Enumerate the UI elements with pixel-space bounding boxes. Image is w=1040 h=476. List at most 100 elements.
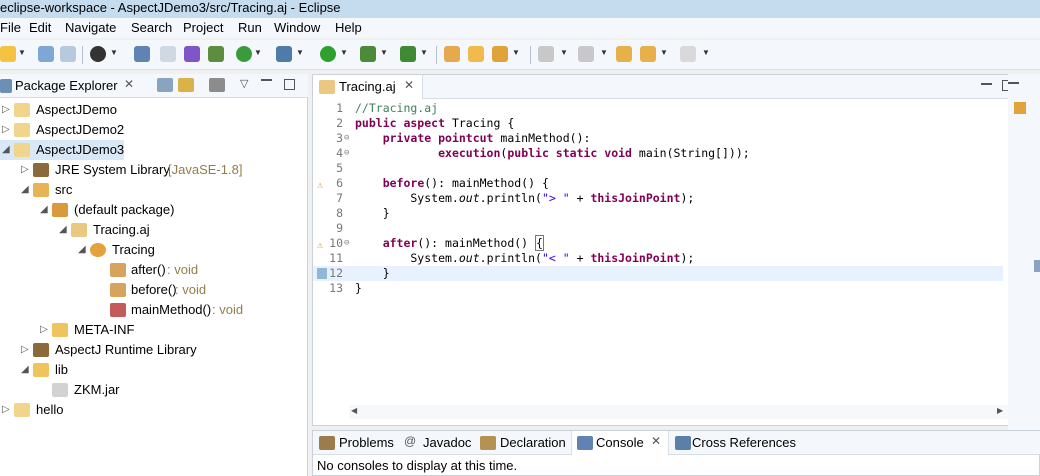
- expand-icon[interactable]: ▷: [2, 100, 12, 120]
- menu-edit[interactable]: Edit: [29, 20, 51, 35]
- new-aspect-icon[interactable]: [208, 46, 224, 62]
- new-dropdown-icon[interactable]: ▼: [18, 48, 26, 58]
- close-icon[interactable]: ✕: [124, 77, 134, 91]
- refresh-dropdown-icon[interactable]: ▼: [254, 48, 262, 58]
- collapse-all-icon[interactable]: [157, 78, 173, 92]
- toolbar-separator: [436, 46, 437, 64]
- view-menu-icon[interactable]: ▽: [240, 77, 248, 90]
- advice-icon: [110, 283, 126, 297]
- menu-project[interactable]: Project: [183, 20, 223, 35]
- forward-arrow-icon[interactable]: [680, 46, 696, 62]
- tab-problems[interactable]: Problems: [339, 435, 394, 450]
- aspect-icon[interactable]: [184, 46, 200, 62]
- tree-item-aspectjdemo3[interactable]: ◢ AspectJDemo3: [0, 140, 124, 160]
- tab-javadoc[interactable]: Javadoc: [423, 435, 471, 450]
- save-all-icon[interactable]: [60, 46, 76, 62]
- collapse-icon[interactable]: ◢: [59, 220, 69, 240]
- run-icon[interactable]: [320, 46, 336, 62]
- code-line[interactable]: 8 }: [313, 206, 1003, 221]
- run-dropdown-icon[interactable]: ▼: [340, 48, 348, 58]
- horizontal-scrollbar[interactable]: ◀ ▶: [349, 405, 1009, 419]
- collapse-icon[interactable]: ◢: [2, 140, 12, 160]
- expand-icon[interactable]: ▷: [21, 160, 31, 180]
- close-icon[interactable]: ✕: [651, 434, 661, 448]
- skip-breakpoints-icon[interactable]: [160, 46, 176, 62]
- link-with-editor-icon[interactable]: [178, 78, 194, 92]
- outline-icon[interactable]: [1014, 102, 1026, 114]
- code-line[interactable]: ⚠ 10 ⊖ after(): mainMethod() {: [313, 235, 1003, 251]
- open-folder-icon[interactable]: [468, 46, 484, 62]
- menu-window[interactable]: Window: [274, 20, 320, 35]
- expand-icon[interactable]: ▷: [2, 120, 12, 140]
- brush-icon[interactable]: [492, 46, 508, 62]
- next-annotation-icon[interactable]: [538, 46, 554, 62]
- previous-annotation-icon[interactable]: [578, 46, 594, 62]
- close-icon[interactable]: ✕: [404, 78, 414, 92]
- next-annotation-dropdown-icon[interactable]: ▼: [560, 48, 568, 58]
- menu-help[interactable]: Help: [335, 20, 362, 35]
- code-line[interactable]: 2 public aspect Tracing {: [313, 116, 1003, 131]
- code-line[interactable]: 4 ⊖ execution(public static void main(Str…: [313, 146, 1003, 161]
- external-tools-dropdown-icon[interactable]: ▼: [420, 48, 428, 58]
- menu-navigate[interactable]: Navigate: [65, 20, 116, 35]
- refresh-icon[interactable]: [236, 46, 252, 62]
- previous-annotation-dropdown-icon[interactable]: ▼: [600, 48, 608, 58]
- forward-dropdown-icon[interactable]: ▼: [702, 48, 710, 58]
- expand-icon[interactable]: ▷: [2, 400, 12, 420]
- scroll-right-icon[interactable]: ▶: [997, 406, 1003, 415]
- new-project-icon[interactable]: [444, 46, 460, 62]
- expand-icon[interactable]: ▷: [21, 340, 31, 360]
- code-line[interactable]: ⚠ 6 before(): mainMethod() {: [313, 176, 1003, 191]
- code-line-current[interactable]: 12 }: [313, 266, 1003, 281]
- user-icon[interactable]: [90, 46, 106, 62]
- code-line[interactable]: 9: [313, 221, 1003, 236]
- tree-item-label: lib: [55, 362, 69, 377]
- collapse-icon[interactable]: ◢: [78, 240, 88, 260]
- code-line[interactable]: 7 System.out.println("> " + thisJoinPoin…: [313, 191, 1003, 206]
- menu-file[interactable]: File: [0, 20, 21, 35]
- fold-icon[interactable]: ⊖: [344, 236, 349, 251]
- coverage-dropdown-icon[interactable]: ▼: [380, 48, 388, 58]
- user-dropdown-icon[interactable]: ▼: [110, 48, 118, 58]
- task-list-icon[interactable]: [1034, 260, 1040, 272]
- menu-bar: File Edit Navigate Search Project Run Wi…: [0, 18, 1040, 38]
- new-file-icon[interactable]: [0, 46, 16, 62]
- debug-icon[interactable]: [276, 46, 292, 62]
- code-line[interactable]: 13}: [313, 281, 1003, 296]
- tab-console[interactable]: Console ✕: [571, 431, 669, 455]
- save-icon[interactable]: [38, 46, 54, 62]
- window-titlebar: eclipse-workspace - AspectJDemo3/src/Tra…: [0, 0, 1040, 18]
- collapse-icon[interactable]: ◢: [21, 360, 31, 380]
- minimize-icon[interactable]: [981, 83, 992, 85]
- back-arrow-icon[interactable]: [640, 46, 656, 62]
- editor-tab-tracing[interactable]: Tracing.aj ✕: [313, 75, 423, 99]
- fold-icon[interactable]: ⊖: [344, 146, 349, 161]
- debug-dropdown-icon[interactable]: ▼: [296, 48, 304, 58]
- maximize-icon[interactable]: [284, 79, 295, 90]
- expand-icon[interactable]: ▷: [40, 320, 50, 340]
- code-line[interactable]: 11 System.out.println("< " + thisJoinPoi…: [313, 251, 1003, 266]
- collapse-icon[interactable]: ◢: [40, 200, 50, 220]
- external-tools-icon[interactable]: [400, 46, 416, 62]
- code-line[interactable]: 1 //Tracing.aj: [313, 101, 1003, 116]
- coverage-icon[interactable]: [360, 46, 376, 62]
- console-icon[interactable]: [134, 46, 150, 62]
- code-text: private pointcut mainMethod():: [382, 131, 591, 145]
- code-line[interactable]: 5: [313, 161, 1003, 176]
- back-dropdown-icon[interactable]: ▼: [660, 48, 668, 58]
- package-explorer: Package Explorer ✕ ▽ ▷ AspectJDemo ▷ Asp…: [0, 74, 308, 476]
- tab-cross-references[interactable]: Cross References: [692, 435, 796, 450]
- code-line[interactable]: 3 ⊖ private pointcut mainMethod():: [313, 131, 1003, 146]
- package-explorer-tab[interactable]: Package Explorer ✕ ▽: [0, 74, 308, 98]
- minimize-icon[interactable]: [1008, 82, 1019, 84]
- menu-run[interactable]: Run: [238, 20, 262, 35]
- menu-search[interactable]: Search: [131, 20, 172, 35]
- fold-icon[interactable]: ⊖: [344, 131, 349, 146]
- last-edit-icon[interactable]: [616, 46, 632, 62]
- focus-icon[interactable]: [209, 78, 225, 92]
- scroll-left-icon[interactable]: ◀: [351, 406, 357, 415]
- brush-dropdown-icon[interactable]: ▼: [512, 48, 520, 58]
- tab-declaration[interactable]: Declaration: [500, 435, 566, 450]
- collapse-icon[interactable]: ◢: [21, 180, 31, 200]
- minimize-icon[interactable]: [261, 79, 272, 81]
